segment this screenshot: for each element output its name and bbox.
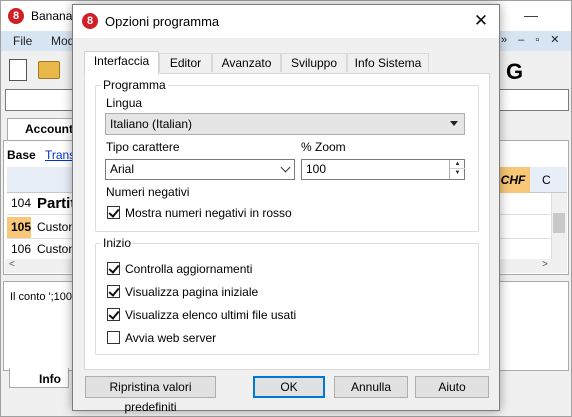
negativi-label: Numeri negativi [106,185,190,199]
zoom-stepper[interactable]: ▲ ▼ [449,160,465,179]
row-number: 104 [11,196,32,210]
tab-interfaccia[interactable]: Interfaccia [84,51,159,74]
checkbox-ultimi-file-label[interactable]: Visualizza elenco ultimi file usati [125,308,296,322]
new-document-icon[interactable] [9,59,27,81]
scroll-right-icon[interactable]: > [542,259,548,270]
view-base-label[interactable]: Base [7,148,36,162]
scroll-left-icon[interactable]: < [9,259,15,270]
minimize-icon[interactable]: — [511,7,551,23]
tab-avanzato[interactable]: Avanzato [212,53,281,72]
lingua-label: Lingua [106,96,143,110]
tab-editor[interactable]: Editor [159,53,212,72]
help-button[interactable]: Aiuto [415,376,489,398]
reset-defaults-button[interactable]: Ripristina valori predefiniti [85,376,216,414]
checkbox-web-server-label[interactable]: Avvia web server [125,331,216,345]
spin-down-icon[interactable]: ▼ [450,169,465,178]
zoom-label: % Zoom [301,140,346,154]
row-number: 106 [11,242,32,256]
column-header-c[interactable]: C [542,173,551,187]
group-programma-label: Programma [101,78,168,92]
tab-sviluppo[interactable]: Sviluppo [281,53,347,72]
checkbox-negativi-rosso-label[interactable]: Mostra numeri negativi in rosso [125,206,292,220]
group-inizio-label: Inizio [101,236,134,250]
font-select[interactable]: Arial [105,159,295,180]
zoom-input[interactable]: 100 [301,159,465,180]
main-window-title: Banana [31,9,73,23]
dropdown-arrow-icon [450,121,458,126]
column-header-chf[interactable]: CHF [496,167,530,193]
toolbar-partial-label: G [506,59,524,84]
checkbox-controlla-aggiornamenti-label[interactable]: Controlla aggiornamenti [125,262,252,276]
app-logo-icon: 8 [82,13,98,29]
ok-button[interactable]: OK [253,376,325,398]
app-logo-icon: 8 [8,8,24,24]
checkbox-negativi-rosso[interactable] [107,206,120,219]
mdi-window-controls[interactable]: » – ▫ ✕ [501,33,564,46]
row-text: Custon [37,220,76,234]
row-text: Custon [37,242,76,256]
checkbox-ultimi-file[interactable] [107,308,120,321]
chevron-down-icon [280,162,291,173]
close-icon[interactable]: ✕ [469,10,493,32]
info-message: Il conto ';100 [10,291,73,303]
lingua-select[interactable]: Italiano (Italian) [105,113,465,135]
dialog-title: Opzioni programma [105,14,220,29]
spin-up-icon[interactable]: ▲ [450,160,465,169]
open-folder-icon[interactable] [38,61,60,79]
checkbox-pagina-iniziale-label[interactable]: Visualizza pagina iniziale [125,285,258,299]
checkbox-controlla-aggiornamenti[interactable] [107,262,120,275]
menu-modifica[interactable]: Mod [51,34,74,48]
tab-info-sistema[interactable]: Info Sistema [347,53,429,72]
font-label: Tipo carattere [106,140,180,154]
checkbox-web-server[interactable] [107,331,120,344]
info-tab-label: Info [39,372,61,386]
row-text: Partit [37,195,76,212]
menu-file[interactable]: File [13,34,32,48]
row-number: 105 [7,217,31,238]
vertical-scrollbar-thumb[interactable] [553,213,565,233]
lingua-select-value: Italiano (Italian) [110,117,193,131]
font-select-value: Arial [110,162,135,176]
cancel-button[interactable]: Annulla [334,376,408,398]
options-dialog: 8 Opzioni programma ✕ Interfaccia Editor… [72,4,500,414]
checkbox-pagina-iniziale[interactable] [107,285,120,298]
